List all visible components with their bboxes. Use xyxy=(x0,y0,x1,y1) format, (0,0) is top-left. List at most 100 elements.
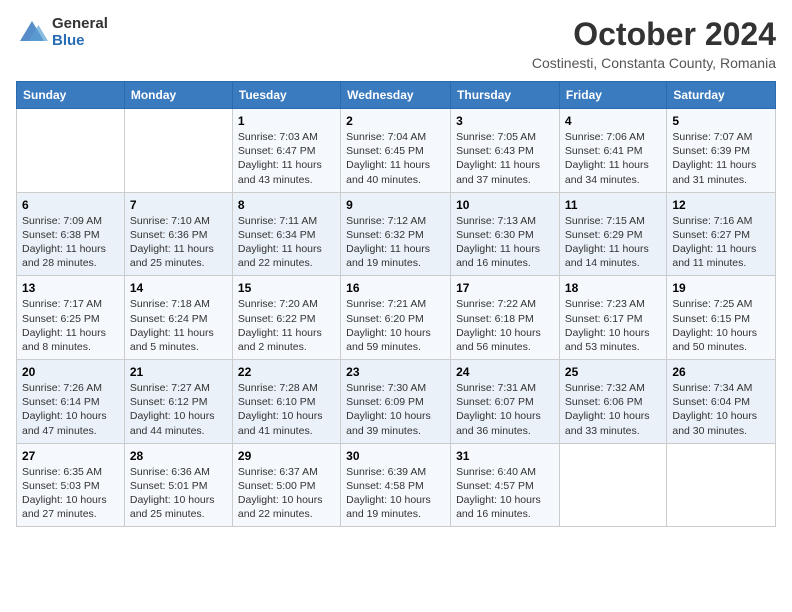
day-info: Sunrise: 7:11 AM Sunset: 6:34 PM Dayligh… xyxy=(238,214,335,271)
weekday-header-thursday: Thursday xyxy=(451,82,560,109)
calendar-cell: 18 Sunrise: 7:23 AM Sunset: 6:17 PM Dayli… xyxy=(559,276,666,360)
calendar-cell: 31 Sunrise: 6:40 AM Sunset: 4:57 PM Dayli… xyxy=(451,443,560,527)
day-number: 11 xyxy=(565,198,661,212)
calendar-cell: 4Sunrise: 7:06 AM Sunset: 6:41 PM Daylig… xyxy=(559,109,666,193)
day-number: 27 xyxy=(22,449,119,463)
day-info: Sunrise: 7:31 AM Sunset: 6:07 PM Dayligh… xyxy=(456,381,554,438)
day-info: Sunrise: 7:26 AM Sunset: 6:14 PM Dayligh… xyxy=(22,381,119,438)
logo-text: General Blue xyxy=(52,16,108,49)
logo-blue: Blue xyxy=(52,33,108,50)
weekday-header-wednesday: Wednesday xyxy=(341,82,451,109)
calendar-cell xyxy=(559,443,666,527)
weekday-header-row: SundayMondayTuesdayWednesdayThursdayFrid… xyxy=(17,82,776,109)
day-number: 18 xyxy=(565,281,661,295)
calendar-cell: 27 Sunrise: 6:35 AM Sunset: 5:03 PM Dayli… xyxy=(17,443,125,527)
calendar-cell: 29 Sunrise: 6:37 AM Sunset: 5:00 PM Dayli… xyxy=(232,443,340,527)
calendar-cell xyxy=(124,109,232,193)
calendar-header: SundayMondayTuesdayWednesdayThursdayFrid… xyxy=(17,82,776,109)
calendar-week-row: 20 Sunrise: 7:26 AM Sunset: 6:14 PM Dayli… xyxy=(17,360,776,444)
day-info: Sunrise: 7:04 AM Sunset: 6:45 PM Dayligh… xyxy=(346,130,445,187)
day-number: 13 xyxy=(22,281,119,295)
calendar-cell: 12Sunrise: 7:16 AM Sunset: 6:27 PM Dayli… xyxy=(667,192,776,276)
weekday-header-sunday: Sunday xyxy=(17,82,125,109)
logo: General Blue xyxy=(16,16,108,49)
calendar-week-row: 27 Sunrise: 6:35 AM Sunset: 5:03 PM Dayli… xyxy=(17,443,776,527)
day-number: 15 xyxy=(238,281,335,295)
day-number: 19 xyxy=(672,281,770,295)
calendar-cell: 14Sunrise: 7:18 AM Sunset: 6:24 PM Dayli… xyxy=(124,276,232,360)
day-number: 17 xyxy=(456,281,554,295)
calendar-cell: 8Sunrise: 7:11 AM Sunset: 6:34 PM Daylig… xyxy=(232,192,340,276)
day-number: 3 xyxy=(456,114,554,128)
day-info: Sunrise: 7:30 AM Sunset: 6:09 PM Dayligh… xyxy=(346,381,445,438)
day-number: 28 xyxy=(130,449,227,463)
calendar-cell: 22Sunrise: 7:28 AM Sunset: 6:10 PM Dayli… xyxy=(232,360,340,444)
calendar-cell: 7 Sunrise: 7:10 AM Sunset: 6:36 PM Daylig… xyxy=(124,192,232,276)
calendar-cell: 16Sunrise: 7:21 AM Sunset: 6:20 PM Dayli… xyxy=(341,276,451,360)
day-info: Sunrise: 7:10 AM Sunset: 6:36 PM Dayligh… xyxy=(130,214,227,271)
day-info: Sunrise: 7:03 AM Sunset: 6:47 PM Dayligh… xyxy=(238,130,335,187)
day-number: 26 xyxy=(672,365,770,379)
calendar-cell: 5 Sunrise: 7:07 AM Sunset: 6:39 PM Daylig… xyxy=(667,109,776,193)
day-number: 25 xyxy=(565,365,661,379)
day-info: Sunrise: 6:35 AM Sunset: 5:03 PM Dayligh… xyxy=(22,465,119,522)
day-number: 1 xyxy=(238,114,335,128)
calendar-cell: 9 Sunrise: 7:12 AM Sunset: 6:32 PM Daylig… xyxy=(341,192,451,276)
day-info: Sunrise: 7:12 AM Sunset: 6:32 PM Dayligh… xyxy=(346,214,445,271)
weekday-header-monday: Monday xyxy=(124,82,232,109)
day-info: Sunrise: 7:27 AM Sunset: 6:12 PM Dayligh… xyxy=(130,381,227,438)
day-info: Sunrise: 7:18 AM Sunset: 6:24 PM Dayligh… xyxy=(130,297,227,354)
day-info: Sunrise: 6:37 AM Sunset: 5:00 PM Dayligh… xyxy=(238,465,335,522)
calendar-cell: 15 Sunrise: 7:20 AM Sunset: 6:22 PM Dayli… xyxy=(232,276,340,360)
logo-general: General xyxy=(52,16,108,33)
title-block: October 2024 Costinesti, Constanta Count… xyxy=(532,16,776,71)
page-header: General Blue October 2024 Costinesti, Co… xyxy=(16,16,776,71)
day-info: Sunrise: 7:15 AM Sunset: 6:29 PM Dayligh… xyxy=(565,214,661,271)
day-info: Sunrise: 7:05 AM Sunset: 6:43 PM Dayligh… xyxy=(456,130,554,187)
day-info: Sunrise: 7:25 AM Sunset: 6:15 PM Dayligh… xyxy=(672,297,770,354)
weekday-header-saturday: Saturday xyxy=(667,82,776,109)
calendar-cell: 11 Sunrise: 7:15 AM Sunset: 6:29 PM Dayli… xyxy=(559,192,666,276)
calendar-cell: 26 Sunrise: 7:34 AM Sunset: 6:04 PM Dayli… xyxy=(667,360,776,444)
day-number: 12 xyxy=(672,198,770,212)
day-info: Sunrise: 6:39 AM Sunset: 4:58 PM Dayligh… xyxy=(346,465,445,522)
day-number: 20 xyxy=(22,365,119,379)
day-number: 7 xyxy=(130,198,227,212)
calendar-cell: 30 Sunrise: 6:39 AM Sunset: 4:58 PM Dayli… xyxy=(341,443,451,527)
day-info: Sunrise: 7:07 AM Sunset: 6:39 PM Dayligh… xyxy=(672,130,770,187)
calendar-cell: 24 Sunrise: 7:31 AM Sunset: 6:07 PM Dayli… xyxy=(451,360,560,444)
calendar-week-row: 6Sunrise: 7:09 AM Sunset: 6:38 PM Daylig… xyxy=(17,192,776,276)
day-number: 31 xyxy=(456,449,554,463)
day-info: Sunrise: 7:13 AM Sunset: 6:30 PM Dayligh… xyxy=(456,214,554,271)
day-number: 29 xyxy=(238,449,335,463)
calendar-cell xyxy=(17,109,125,193)
calendar-cell: 25Sunrise: 7:32 AM Sunset: 6:06 PM Dayli… xyxy=(559,360,666,444)
day-number: 30 xyxy=(346,449,445,463)
day-number: 22 xyxy=(238,365,335,379)
calendar-cell: 2 Sunrise: 7:04 AM Sunset: 6:45 PM Daylig… xyxy=(341,109,451,193)
day-number: 2 xyxy=(346,114,445,128)
calendar-cell: 21 Sunrise: 7:27 AM Sunset: 6:12 PM Dayli… xyxy=(124,360,232,444)
weekday-header-tuesday: Tuesday xyxy=(232,82,340,109)
calendar-cell: 19 Sunrise: 7:25 AM Sunset: 6:15 PM Dayli… xyxy=(667,276,776,360)
day-number: 21 xyxy=(130,365,227,379)
day-number: 5 xyxy=(672,114,770,128)
calendar-cell: 13Sunrise: 7:17 AM Sunset: 6:25 PM Dayli… xyxy=(17,276,125,360)
day-info: Sunrise: 7:23 AM Sunset: 6:17 PM Dayligh… xyxy=(565,297,661,354)
day-info: Sunrise: 7:20 AM Sunset: 6:22 PM Dayligh… xyxy=(238,297,335,354)
day-number: 16 xyxy=(346,281,445,295)
day-number: 24 xyxy=(456,365,554,379)
day-number: 4 xyxy=(565,114,661,128)
day-info: Sunrise: 7:22 AM Sunset: 6:18 PM Dayligh… xyxy=(456,297,554,354)
calendar-body: 1 Sunrise: 7:03 AM Sunset: 6:47 PM Daylig… xyxy=(17,109,776,527)
day-number: 9 xyxy=(346,198,445,212)
day-info: Sunrise: 7:34 AM Sunset: 6:04 PM Dayligh… xyxy=(672,381,770,438)
calendar-cell: 28Sunrise: 6:36 AM Sunset: 5:01 PM Dayli… xyxy=(124,443,232,527)
calendar-cell: 1 Sunrise: 7:03 AM Sunset: 6:47 PM Daylig… xyxy=(232,109,340,193)
day-info: Sunrise: 6:40 AM Sunset: 4:57 PM Dayligh… xyxy=(456,465,554,522)
day-number: 10 xyxy=(456,198,554,212)
calendar-cell: 10 Sunrise: 7:13 AM Sunset: 6:30 PM Dayli… xyxy=(451,192,560,276)
calendar-cell: 3 Sunrise: 7:05 AM Sunset: 6:43 PM Daylig… xyxy=(451,109,560,193)
day-number: 23 xyxy=(346,365,445,379)
month-title: October 2024 xyxy=(532,16,776,53)
